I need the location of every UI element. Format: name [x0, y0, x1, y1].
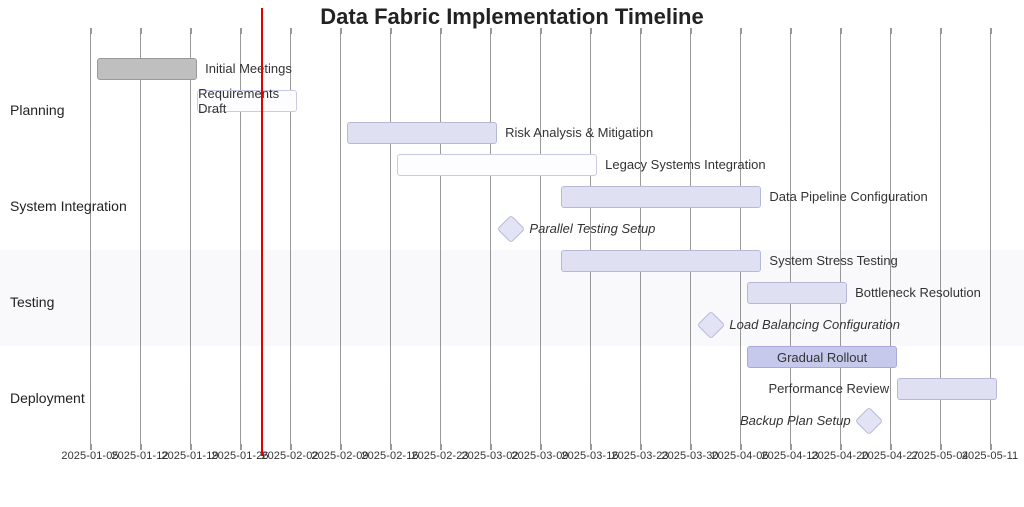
x-tick-label: 2025-05-11: [962, 450, 1018, 462]
x-tick-label: 2025-02-23: [411, 450, 468, 462]
task-label: Performance Review: [769, 381, 890, 396]
x-tick-label: 2025-03-23: [611, 450, 668, 462]
grid-line: [440, 30, 441, 448]
x-tick-label: 2025-01-05: [61, 450, 118, 462]
x-tick-label: 2025-02-16: [361, 450, 418, 462]
grid-line: [190, 30, 191, 448]
task-label: Backup Plan Setup: [740, 413, 851, 428]
section-label: System Integration: [10, 198, 127, 214]
task-bar-bottleneck-res: [747, 282, 847, 304]
grid-line: [490, 30, 491, 448]
milestone-backup-plan: [854, 407, 882, 435]
task-label: Gradual Rollout: [777, 350, 867, 365]
x-tick-label: 2025-05-04: [911, 450, 968, 462]
task-bar-risk-analysis: [347, 122, 497, 144]
task-label: Load Balancing Configuration: [729, 317, 900, 332]
chart-title: Data Fabric Implementation Timeline: [0, 4, 1024, 30]
task-label: Data Pipeline Configuration: [769, 189, 927, 204]
milestone-parallel-testing: [497, 215, 525, 243]
x-tick-label: 2025-02-09: [311, 450, 368, 462]
grid-line: [890, 30, 891, 448]
gantt-chart: Data Fabric Implementation Timeline 2025…: [0, 0, 1024, 507]
grid-line: [540, 30, 541, 448]
x-tick-label: 2025-04-27: [861, 450, 918, 462]
task-bar-requirements-draft: Requirements Draft: [197, 90, 297, 112]
grid-line: [140, 30, 141, 448]
task-bar-initial-meetings: [97, 58, 197, 80]
grid-line: [90, 30, 91, 448]
x-tick-label: 2025-03-02: [461, 450, 518, 462]
x-tick-label: 2025-01-19: [161, 450, 218, 462]
plot-area: 2025-01-052025-01-122025-01-192025-01-26…: [90, 38, 990, 458]
x-tick-label: 2025-04-13: [761, 450, 818, 462]
task-label: Legacy Systems Integration: [605, 157, 765, 172]
task-label: Parallel Testing Setup: [529, 221, 655, 236]
task-label: Requirements Draft: [198, 86, 296, 116]
x-tick-label: 2025-01-26: [211, 450, 268, 462]
x-tick-label: 2025-03-16: [561, 450, 618, 462]
x-tick-label: 2025-02-02: [261, 450, 318, 462]
x-tick-label: 2025-01-12: [111, 450, 168, 462]
grid-line: [740, 30, 741, 448]
task-label: Bottleneck Resolution: [855, 285, 981, 300]
section-label: Deployment: [10, 390, 85, 406]
grid-line: [690, 30, 691, 448]
grid-line: [590, 30, 591, 448]
x-tick-label: 2025-04-20: [811, 450, 868, 462]
today-marker: [261, 8, 263, 456]
x-tick-label: 2025-03-09: [511, 450, 568, 462]
x-tick-label: 2025-04-06: [711, 450, 768, 462]
task-bar-data-pipeline: [561, 186, 761, 208]
section-label: Testing: [10, 294, 54, 310]
task-bar-stress-testing: [561, 250, 761, 272]
grid-line: [340, 30, 341, 448]
section-label: Planning: [10, 102, 65, 118]
task-label: System Stress Testing: [769, 253, 897, 268]
grid-line: [640, 30, 641, 448]
grid-line: [390, 30, 391, 448]
task-label: Initial Meetings: [205, 61, 292, 76]
x-tick-label: 2025-03-30: [661, 450, 718, 462]
task-bar-perf-review: [897, 378, 997, 400]
task-label: Risk Analysis & Mitigation: [505, 125, 653, 140]
task-bar-legacy-integration: [397, 154, 597, 176]
task-bar-gradual-rollout: Gradual Rollout: [747, 346, 897, 368]
